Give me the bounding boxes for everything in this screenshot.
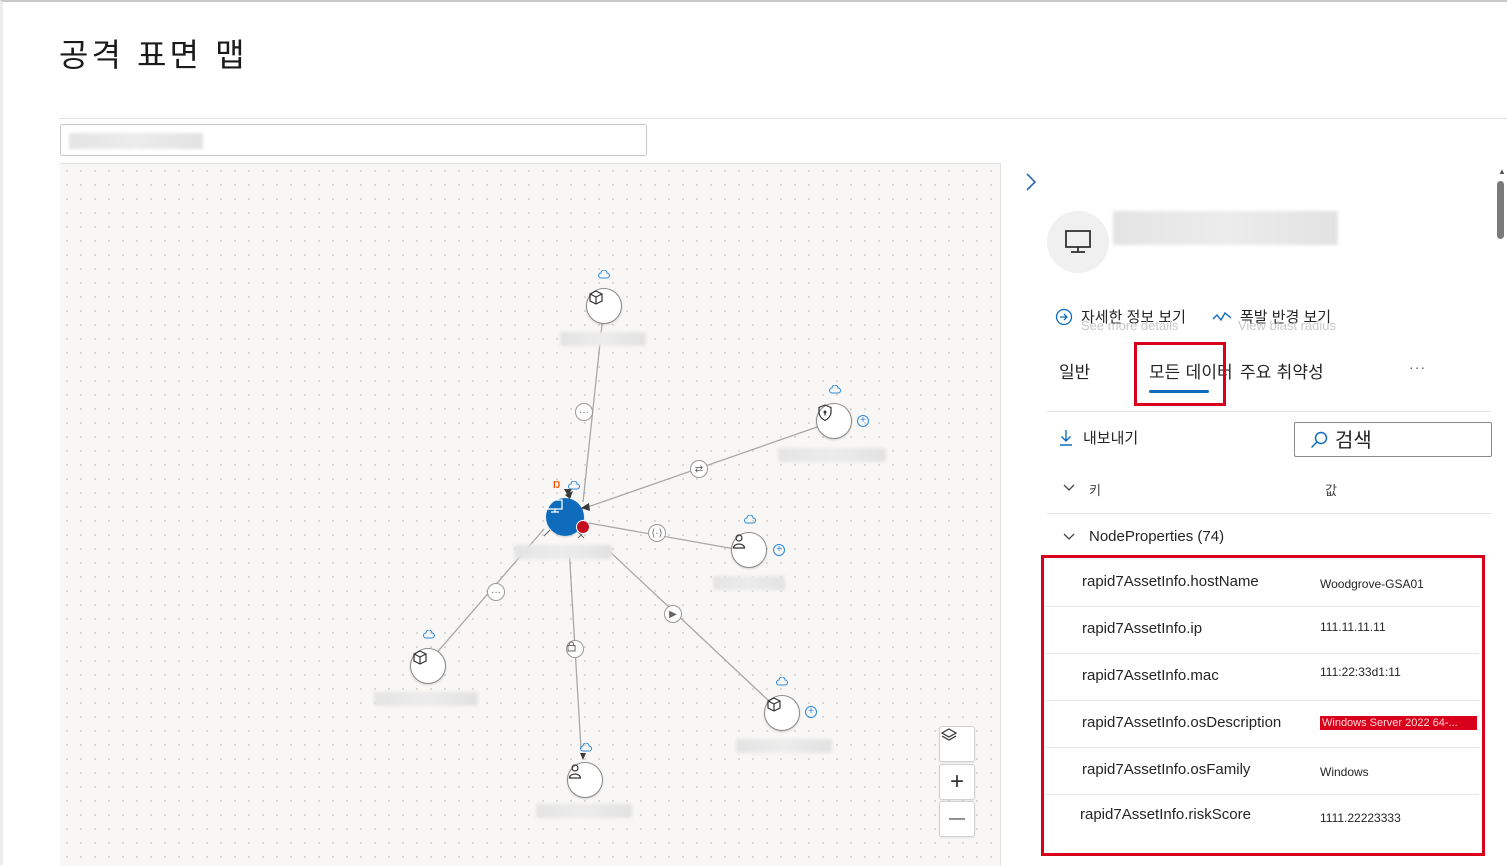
arrow-head bbox=[580, 753, 586, 760]
link-icon[interactable]: ⟨·⟩ bbox=[648, 524, 666, 542]
cloud-icon bbox=[776, 677, 788, 686]
cloud-icon bbox=[829, 385, 841, 394]
cloud-icon bbox=[423, 630, 435, 639]
more-tabs-button[interactable]: ··· bbox=[1409, 359, 1426, 375]
cube-node[interactable] bbox=[764, 695, 800, 731]
cloud-icon bbox=[744, 515, 756, 524]
cube-icon bbox=[413, 650, 427, 665]
details-panel: ▲ 자세한 정보 보기 See more details 폭발 반경 보기 Vi… bbox=[1001, 163, 1507, 866]
ellipsis-icon[interactable]: ··· bbox=[487, 583, 505, 601]
chevron-down-icon bbox=[1063, 533, 1075, 540]
cube-node[interactable] bbox=[405, 648, 446, 687]
graph-edge bbox=[606, 548, 771, 703]
node-label bbox=[560, 332, 646, 346]
node-label bbox=[536, 804, 632, 818]
scrollbar[interactable]: ▲ bbox=[1496, 167, 1506, 862]
zoom-in-button[interactable]: + bbox=[939, 764, 975, 800]
play-icon[interactable]: ▶ bbox=[664, 605, 682, 623]
cloud-icon bbox=[580, 743, 592, 752]
see-more-details-link[interactable]: 자세한 정보 보기 See more details bbox=[1055, 306, 1186, 333]
column-header-key[interactable]: 키 bbox=[1089, 480, 1101, 499]
user-node[interactable] bbox=[731, 532, 767, 568]
expand-plus-icon[interactable]: + bbox=[805, 706, 817, 718]
export-button[interactable]: 내보내기 bbox=[1059, 427, 1138, 448]
export-label: 내보내기 bbox=[1083, 429, 1139, 447]
ellipsis-icon[interactable]: ··· bbox=[575, 403, 593, 421]
tab-general[interactable]: 일반 bbox=[1059, 358, 1090, 383]
zoom-out-button[interactable]: — bbox=[939, 801, 975, 837]
vulnerability-badge-icon bbox=[576, 520, 590, 534]
layers-button[interactable] bbox=[939, 726, 975, 762]
tag-icon: Ŋ bbox=[553, 480, 561, 491]
shield-node[interactable] bbox=[816, 403, 852, 439]
page-title: 공격 표면 맵 bbox=[59, 36, 248, 74]
arrow-small bbox=[543, 529, 551, 537]
property-group-header[interactable]: NodeProperties (74) bbox=[1063, 528, 1224, 545]
node-label bbox=[778, 448, 886, 462]
group-label: NodeProperties (74) bbox=[1089, 528, 1225, 545]
search-input[interactable] bbox=[1335, 427, 1485, 452]
graph-search-input[interactable] bbox=[60, 124, 647, 156]
app-frame: 공격 표면 맵 ··· ⇄ ⟨·⟩ ··· ▶ + + Ŋ + + — ▲ 자세… bbox=[0, 0, 1507, 866]
arrow-circle-icon bbox=[1055, 308, 1073, 325]
node-label bbox=[736, 739, 832, 753]
node-label bbox=[713, 576, 785, 590]
scrollbar-thumb[interactable] bbox=[1497, 181, 1504, 239]
action-row: 자세한 정보 보기 See more details 폭발 반경 보기 View… bbox=[1055, 306, 1336, 333]
view-blast-radius-link[interactable]: 폭발 반경 보기 View blast radius bbox=[1212, 306, 1336, 333]
cloud-icon bbox=[598, 270, 610, 279]
collapse-chevron-icon[interactable] bbox=[1023, 171, 1039, 193]
panel-search-box[interactable] bbox=[1294, 422, 1492, 457]
cube-icon bbox=[767, 697, 781, 712]
person-icon bbox=[732, 534, 746, 549]
highlight-box-rows bbox=[1041, 555, 1485, 856]
monitor-icon bbox=[547, 499, 563, 513]
shield-icon bbox=[818, 404, 832, 422]
cube-icon bbox=[589, 290, 603, 305]
column-header-value[interactable]: 값 bbox=[1325, 480, 1337, 499]
see-more-details-ghost: See more details bbox=[1081, 318, 1179, 333]
chevron-down-icon[interactable] bbox=[1063, 483, 1075, 493]
divider bbox=[1047, 411, 1491, 412]
highlight-box-tab bbox=[1134, 342, 1226, 406]
tab-top-vulnerabilities[interactable]: 주요 취약성 bbox=[1240, 358, 1324, 383]
device-avatar bbox=[1047, 211, 1109, 273]
download-icon bbox=[1060, 429, 1072, 446]
monitor-icon bbox=[1065, 230, 1091, 253]
lock-icon[interactable] bbox=[566, 640, 584, 658]
pulse-icon bbox=[1212, 311, 1232, 321]
divider bbox=[1047, 513, 1491, 514]
cloud-icon bbox=[568, 481, 580, 490]
expand-plus-icon[interactable]: + bbox=[857, 415, 869, 427]
expand-plus-icon[interactable]: + bbox=[773, 544, 785, 556]
user-node[interactable] bbox=[567, 762, 603, 798]
view-blast-radius-ghost: View blast radius bbox=[1237, 318, 1336, 333]
redacted-text bbox=[69, 133, 203, 149]
layers-icon bbox=[940, 728, 958, 741]
search-icon bbox=[1310, 431, 1328, 448]
swap-icon[interactable]: ⇄ bbox=[690, 460, 708, 478]
person-icon bbox=[568, 764, 582, 779]
node-label bbox=[514, 545, 612, 559]
node-label bbox=[374, 692, 478, 706]
attack-surface-graph[interactable]: ··· ⇄ ⟨·⟩ ··· ▶ + + Ŋ + + — bbox=[60, 163, 1001, 866]
cube-node[interactable] bbox=[581, 288, 622, 327]
graph-edges bbox=[426, 305, 821, 760]
scroll-up-icon[interactable]: ▲ bbox=[1498, 167, 1506, 176]
device-name bbox=[1113, 211, 1338, 245]
